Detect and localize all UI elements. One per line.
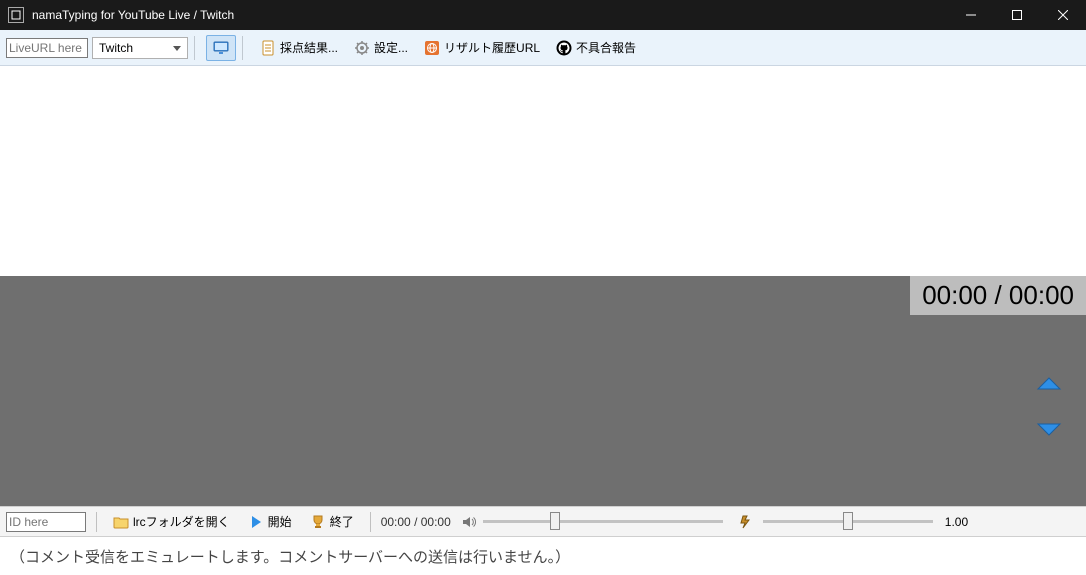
document-icon (260, 40, 276, 56)
comment-bar[interactable]: （コメント受信をエミュレートします。コメントサーバーへの送信は行いません。） (0, 536, 1086, 575)
trophy-icon (310, 514, 326, 530)
settings-label: 設定... (374, 39, 408, 56)
scroll-up-button[interactable] (1036, 376, 1062, 395)
titlebar: namaTyping for YouTube Live / Twitch (0, 0, 1086, 30)
content-white-area (0, 66, 1086, 276)
seek-slider[interactable] (483, 512, 723, 532)
result-url-label: リザルト履歴URL (444, 39, 540, 56)
content-gray-area: 00:00 / 00:00 (0, 276, 1086, 506)
close-button[interactable] (1040, 0, 1086, 30)
playback-time: 00:00 / 00:00 (381, 515, 451, 529)
web-icon (424, 40, 440, 56)
folder-icon (113, 514, 129, 530)
score-button[interactable]: 採点結果... (254, 35, 344, 61)
app-icon (8, 7, 24, 23)
separator (194, 36, 200, 60)
view-mode-button[interactable] (206, 35, 236, 61)
platform-selected-label: Twitch (99, 41, 133, 55)
result-url-button[interactable]: リザルト履歴URL (418, 35, 546, 61)
start-button[interactable]: 開始 (242, 509, 298, 535)
speed-icon (735, 514, 751, 530)
speed-slider[interactable] (763, 512, 933, 532)
maximize-button[interactable] (994, 0, 1040, 30)
monitor-icon (213, 40, 229, 56)
separator (96, 512, 97, 532)
speed-value: 1.00 (945, 515, 968, 529)
live-url-input[interactable] (6, 38, 88, 58)
comment-placeholder: （コメント受信をエミュレートします。コメントサーバーへの送信は行いません。） (10, 546, 570, 567)
end-label: 終了 (330, 513, 354, 530)
volume-icon[interactable] (461, 514, 477, 530)
settings-button[interactable]: 設定... (348, 35, 414, 61)
gear-icon (354, 40, 370, 56)
score-label: 採点結果... (280, 39, 338, 56)
start-label: 開始 (268, 513, 292, 530)
play-icon (248, 514, 264, 530)
separator (242, 36, 248, 60)
scroll-down-button[interactable] (1036, 421, 1062, 440)
bugreport-button[interactable]: 不具合報告 (550, 35, 642, 61)
top-toolbar: Twitch 採点結果... 設定... リザルト履歴URL 不具合報告 (0, 30, 1086, 66)
separator (370, 512, 371, 532)
id-input[interactable] (6, 512, 86, 532)
platform-select[interactable]: Twitch (92, 37, 188, 59)
end-button[interactable]: 終了 (304, 509, 360, 535)
timer-display: 00:00 / 00:00 (910, 276, 1086, 315)
minimize-button[interactable] (948, 0, 994, 30)
lrc-folder-button[interactable]: lrcフォルダを開く (107, 509, 236, 535)
lrc-folder-label: lrcフォルダを開く (133, 513, 230, 530)
bugreport-label: 不具合報告 (576, 39, 636, 56)
github-icon (556, 40, 572, 56)
window-title: namaTyping for YouTube Live / Twitch (32, 8, 948, 22)
bottom-toolbar: lrcフォルダを開く 開始 終了 00:00 / 00:00 1.00 (0, 506, 1086, 536)
